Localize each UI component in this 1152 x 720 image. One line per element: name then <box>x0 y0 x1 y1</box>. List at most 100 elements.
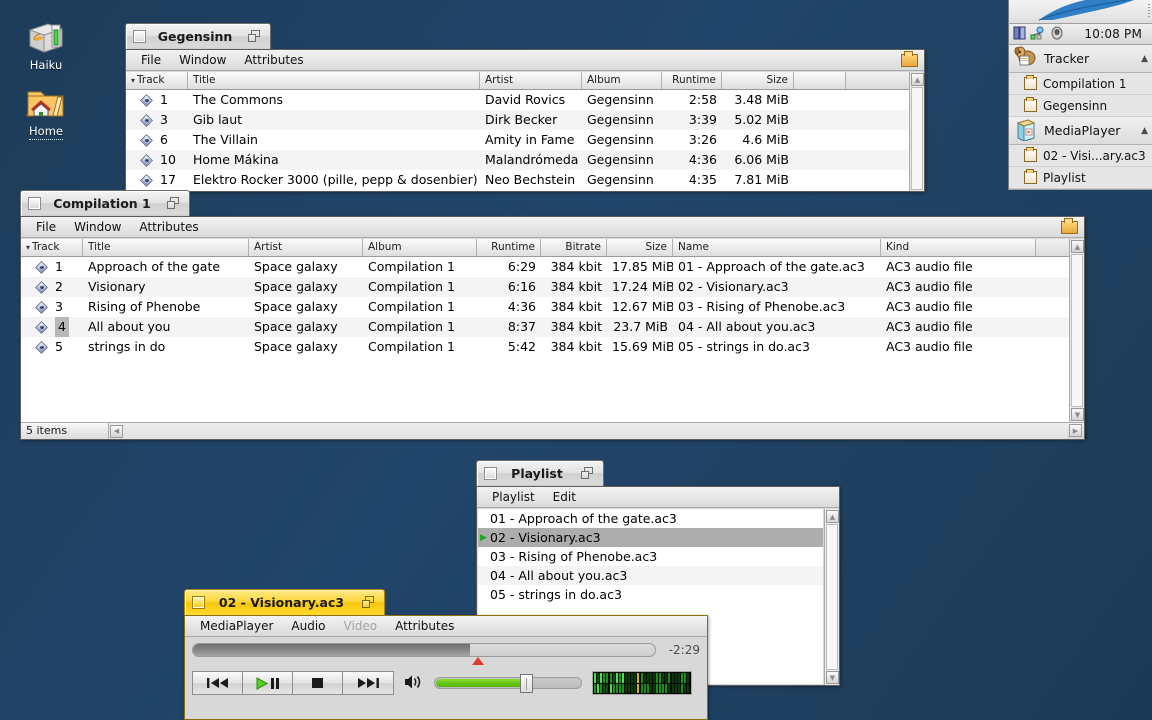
cell-title[interactable]: Approach of the gate <box>83 257 249 277</box>
table-row[interactable]: 4All about youSpace galaxyCompilation 18… <box>21 317 1069 337</box>
volume-knob[interactable] <box>520 674 533 693</box>
scroll-up-button[interactable]: ▲ <box>826 510 839 523</box>
cell-title[interactable]: Visionary <box>83 277 249 297</box>
cell-title[interactable]: The Commons <box>188 90 480 110</box>
cell-size[interactable]: 5.02 MiB <box>722 110 794 130</box>
cell-track[interactable]: 6 <box>126 130 188 150</box>
menu-edit[interactable]: Edit <box>544 488 585 507</box>
cell-artist[interactable]: Neo Bechstein <box>480 170 582 190</box>
volume-icon[interactable] <box>1013 26 1028 43</box>
cell-name[interactable]: 04 - All about you.ac3 <box>673 317 881 337</box>
cell-track[interactable]: 1 <box>21 257 83 277</box>
cell-bitrate[interactable]: 384 kbit <box>541 317 607 337</box>
close-icon[interactable] <box>28 197 41 210</box>
deskbar-window-playlist[interactable]: Playlist <box>1009 167 1152 189</box>
network-icon[interactable] <box>1030 26 1047 43</box>
zoom-icon[interactable] <box>248 30 261 43</box>
cell-title[interactable]: All about you <box>83 317 249 337</box>
cell-bitrate[interactable]: 384 kbit <box>541 297 607 317</box>
menu-file[interactable]: File <box>27 218 65 237</box>
column-headers[interactable]: ▾TrackTitleArtistAlbumRuntimeBitrateSize… <box>21 239 1069 257</box>
column-header-runtime[interactable]: Runtime <box>477 239 541 256</box>
folder-icon[interactable] <box>900 51 920 68</box>
cell-runtime[interactable]: 6:29 <box>477 257 541 277</box>
deskbar-window-compilation1[interactable]: Compilation 1 <box>1009 73 1152 95</box>
track-number[interactable]: 1 <box>160 90 168 110</box>
table-row[interactable]: 3Gib lautDirk BeckerGegensinn3:395.02 Mi… <box>126 110 909 130</box>
list-item[interactable]: 04 - All about you.ac3 <box>478 566 823 585</box>
cell-runtime[interactable]: 5:42 <box>477 337 541 357</box>
chevron-up-icon[interactable]: ▲ <box>1141 126 1148 136</box>
cell-track[interactable]: 10 <box>126 150 188 170</box>
menu-file[interactable]: File <box>132 51 170 70</box>
cell-artist[interactable]: Space galaxy <box>249 337 363 357</box>
desktop-icon-haiku[interactable]: Haiku <box>10 12 82 72</box>
window-gegensinn[interactable]: Gegensinn File Window Attributes ▾TrackT… <box>125 23 925 192</box>
cell-title[interactable]: The Villain <box>188 130 480 150</box>
file-list[interactable]: ▾TrackTitleArtistAlbumRuntimeBitrateSize… <box>21 239 1069 422</box>
play-pause-button[interactable] <box>243 672 293 694</box>
column-header-name[interactable]: Name <box>673 239 881 256</box>
track-number[interactable]: 5 <box>55 337 63 357</box>
column-header-artist[interactable]: Artist <box>480 72 582 89</box>
table-row[interactable]: 1The CommonsDavid RovicsGegensinn2:583.4… <box>126 90 909 110</box>
scroll-up-button[interactable]: ▲ <box>911 73 924 86</box>
cell-title[interactable]: Home Mákina <box>188 150 480 170</box>
cell-runtime[interactable]: 6:16 <box>477 277 541 297</box>
folder-icon[interactable] <box>1060 218 1080 235</box>
previous-button[interactable] <box>193 672 243 694</box>
track-number[interactable]: 10 <box>160 150 176 170</box>
cell-album[interactable]: Gegensinn <box>582 90 662 110</box>
scroll-track[interactable] <box>826 524 838 670</box>
cell-album[interactable]: Gegensinn <box>582 110 662 130</box>
cell-artist[interactable]: Amity in Fame <box>480 130 582 150</box>
zoom-icon[interactable] <box>581 467 594 480</box>
cell-kind[interactable]: AC3 audio file <box>881 257 1036 277</box>
table-row[interactable]: 6The VillainAmity in FameGegensinn3:264.… <box>126 130 909 150</box>
cell-name[interactable]: 01 - Approach of the gate.ac3 <box>673 257 881 277</box>
menubar[interactable]: MediaPlayer Audio Video Attributes <box>185 616 707 637</box>
titlebar[interactable]: 02 - Visionary.ac3 <box>184 589 708 615</box>
cell-album[interactable]: Gegensinn <box>582 130 662 150</box>
menubar[interactable]: File Window Attributes <box>21 217 1084 238</box>
deskbar-clock[interactable]: 10:08 PM <box>1084 27 1152 41</box>
track-number[interactable]: 17 <box>160 170 176 190</box>
menu-attributes[interactable]: Attributes <box>386 617 463 636</box>
menu-attributes[interactable]: Attributes <box>235 51 312 70</box>
list-item[interactable]: 01 - Approach of the gate.ac3 <box>478 509 823 528</box>
cell-album[interactable]: Compilation 1 <box>363 257 477 277</box>
scroll-up-button[interactable]: ▲ <box>1071 240 1084 253</box>
cell-track[interactable]: 5 <box>21 337 83 357</box>
deskbar-window-gegensinn[interactable]: Gegensinn <box>1009 95 1152 117</box>
deskbar-grip[interactable] <box>1148 4 1150 17</box>
cell-size[interactable]: 23.7 MiB <box>607 317 673 337</box>
file-list-body[interactable]: 1The CommonsDavid RovicsGegensinn2:583.4… <box>126 90 909 191</box>
cell-track[interactable]: 17 <box>126 170 188 190</box>
cell-title[interactable]: Rising of Phenobe <box>83 297 249 317</box>
cell-kind[interactable]: AC3 audio file <box>881 277 1036 297</box>
cell-artist[interactable]: Space galaxy <box>249 297 363 317</box>
chevron-up-icon[interactable]: ▲ <box>1141 54 1148 64</box>
speaker-icon[interactable] <box>404 674 424 693</box>
table-row[interactable]: 5strings in doSpace galaxyCompilation 15… <box>21 337 1069 357</box>
horizontal-scrollbar[interactable]: ◀ <box>109 423 1067 439</box>
cell-name[interactable]: 03 - Rising of Phenobe.ac3 <box>673 297 881 317</box>
cell-track[interactable]: 1 <box>126 90 188 110</box>
cell-size[interactable]: 6.06 MiB <box>722 150 794 170</box>
track-number[interactable]: 6 <box>160 130 168 150</box>
scroll-track[interactable] <box>911 87 923 190</box>
menu-window[interactable]: Window <box>65 218 130 237</box>
cell-album[interactable]: Compilation 1 <box>363 277 477 297</box>
column-header-album[interactable]: Album <box>582 72 662 89</box>
deskbar-leaf-area[interactable] <box>1008 0 1152 24</box>
file-list-body[interactable]: 1Approach of the gateSpace galaxyCompila… <box>21 257 1069 422</box>
cell-artist[interactable]: Malandrómeda <box>480 150 582 170</box>
cell-runtime[interactable]: 4:35 <box>662 170 722 190</box>
cell-album[interactable]: Compilation 1 <box>363 297 477 317</box>
cell-size[interactable]: 3.48 MiB <box>722 90 794 110</box>
next-button[interactable] <box>343 672 393 694</box>
track-number[interactable]: 2 <box>55 277 63 297</box>
window-tab-gegensinn[interactable]: Gegensinn <box>125 23 271 49</box>
zoom-icon[interactable] <box>167 197 180 210</box>
column-header-artist[interactable]: Artist <box>249 239 363 256</box>
